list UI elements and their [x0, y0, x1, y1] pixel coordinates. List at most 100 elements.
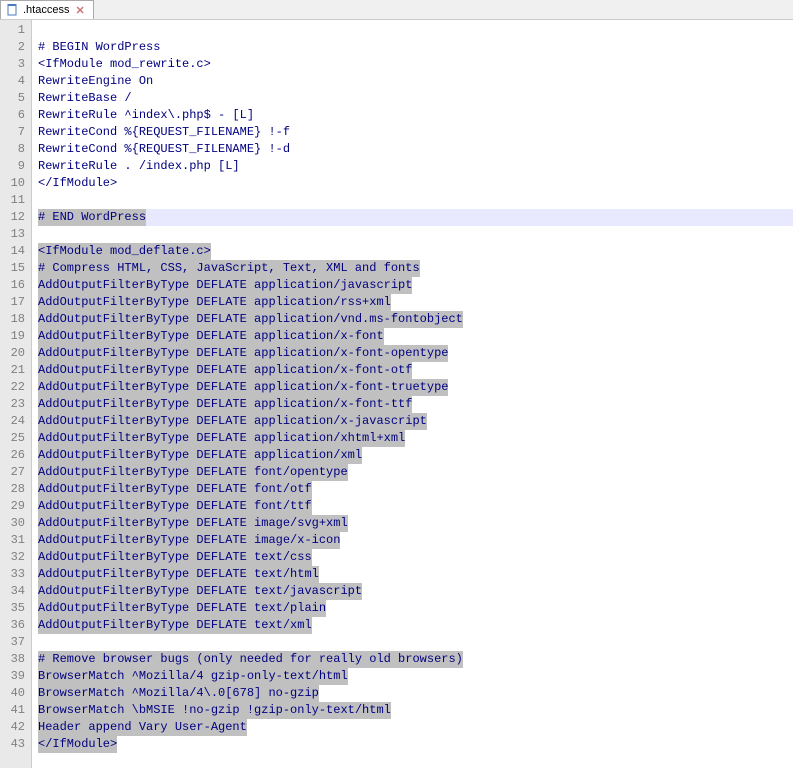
- line-number: 3: [4, 56, 25, 73]
- code-line[interactable]: AddOutputFilterByType DEFLATE text/javas…: [38, 583, 793, 600]
- selected-text: BrowserMatch ^Mozilla/4\.0[678] no-gzip: [38, 685, 319, 702]
- code-line[interactable]: AddOutputFilterByType DEFLATE applicatio…: [38, 430, 793, 447]
- code-line[interactable]: AddOutputFilterByType DEFLATE applicatio…: [38, 362, 793, 379]
- tab-filename: .htaccess: [23, 4, 69, 16]
- line-number: 21: [4, 362, 25, 379]
- code-line[interactable]: AddOutputFilterByType DEFLATE image/x-ic…: [38, 532, 793, 549]
- code-line[interactable]: AddOutputFilterByType DEFLATE applicatio…: [38, 311, 793, 328]
- selected-text: AddOutputFilterByType DEFLATE applicatio…: [38, 328, 384, 345]
- code-line[interactable]: # Remove browser bugs (only needed for r…: [38, 651, 793, 668]
- code-line[interactable]: AddOutputFilterByType DEFLATE font/opent…: [38, 464, 793, 481]
- code-line[interactable]: AddOutputFilterByType DEFLATE applicatio…: [38, 277, 793, 294]
- line-number: 5: [4, 90, 25, 107]
- code-line[interactable]: AddOutputFilterByType DEFLATE applicatio…: [38, 396, 793, 413]
- code-line[interactable]: # END WordPress: [38, 209, 793, 226]
- selected-text: # END WordPress: [38, 209, 146, 226]
- code-line[interactable]: [38, 22, 793, 39]
- code-line[interactable]: AddOutputFilterByType DEFLATE text/xml: [38, 617, 793, 634]
- code-line[interactable]: BrowserMatch ^Mozilla/4\.0[678] no-gzip: [38, 685, 793, 702]
- code-line[interactable]: AddOutputFilterByType DEFLATE text/css: [38, 549, 793, 566]
- code-line[interactable]: BrowserMatch \bMSIE !no-gzip !gzip-only-…: [38, 702, 793, 719]
- selected-text: BrowserMatch ^Mozilla/4 gzip-only-text/h…: [38, 668, 348, 685]
- line-number: 11: [4, 192, 25, 209]
- line-number: 10: [4, 175, 25, 192]
- code-line[interactable]: RewriteBase /: [38, 90, 793, 107]
- code-line[interactable]: AddOutputFilterByType DEFLATE applicatio…: [38, 413, 793, 430]
- code-line[interactable]: <IfModule mod_rewrite.c>: [38, 56, 793, 73]
- line-number: 22: [4, 379, 25, 396]
- code-line[interactable]: AddOutputFilterByType DEFLATE applicatio…: [38, 379, 793, 396]
- tab-bar: .htaccess ✕: [0, 0, 793, 20]
- code-line[interactable]: [38, 634, 793, 651]
- line-number: 34: [4, 583, 25, 600]
- code-line[interactable]: AddOutputFilterByType DEFLATE text/html: [38, 566, 793, 583]
- code-line[interactable]: RewriteEngine On: [38, 73, 793, 90]
- code-line[interactable]: AddOutputFilterByType DEFLATE applicatio…: [38, 294, 793, 311]
- code-line[interactable]: Header append Vary User-Agent: [38, 719, 793, 736]
- code-text: RewriteRule . /index.php [L]: [38, 158, 240, 175]
- line-number: 16: [4, 277, 25, 294]
- file-tab[interactable]: .htaccess ✕: [0, 0, 94, 19]
- code-line[interactable]: [38, 226, 793, 243]
- code-line[interactable]: AddOutputFilterByType DEFLATE text/plain: [38, 600, 793, 617]
- line-number: 9: [4, 158, 25, 175]
- selected-text: AddOutputFilterByType DEFLATE text/xml: [38, 617, 312, 634]
- line-number: 14: [4, 243, 25, 260]
- code-line[interactable]: <IfModule mod_deflate.c>: [38, 243, 793, 260]
- line-number: 32: [4, 549, 25, 566]
- code-line[interactable]: # Compress HTML, CSS, JavaScript, Text, …: [38, 260, 793, 277]
- code-line[interactable]: AddOutputFilterByType DEFLATE image/svg+…: [38, 515, 793, 532]
- line-number: 17: [4, 294, 25, 311]
- line-number: 18: [4, 311, 25, 328]
- code-text: RewriteCond %{REQUEST_FILENAME} !-f: [38, 124, 290, 141]
- tab-close-icon[interactable]: ✕: [73, 4, 86, 17]
- line-number: 7: [4, 124, 25, 141]
- line-number: 42: [4, 719, 25, 736]
- line-number-gutter: 1234567891011121314151617181920212223242…: [0, 20, 32, 768]
- code-line[interactable]: </IfModule>: [38, 175, 793, 192]
- code-text: RewriteEngine On: [38, 73, 153, 90]
- code-line[interactable]: RewriteRule ^index\.php$ - [L]: [38, 107, 793, 124]
- code-line[interactable]: </IfModule>: [38, 736, 793, 753]
- line-number: 12: [4, 209, 25, 226]
- selected-text: AddOutputFilterByType DEFLATE applicatio…: [38, 430, 405, 447]
- code-line[interactable]: AddOutputFilterByType DEFLATE font/ttf: [38, 498, 793, 515]
- code-text: RewriteRule ^index\.php$ - [L]: [38, 107, 254, 124]
- code-line[interactable]: AddOutputFilterByType DEFLATE applicatio…: [38, 447, 793, 464]
- line-number: 2: [4, 39, 25, 56]
- code-line[interactable]: RewriteCond %{REQUEST_FILENAME} !-d: [38, 141, 793, 158]
- line-number: 4: [4, 73, 25, 90]
- line-number: 30: [4, 515, 25, 532]
- line-number: 37: [4, 634, 25, 651]
- line-number: 39: [4, 668, 25, 685]
- selected-text: AddOutputFilterByType DEFLATE image/svg+…: [38, 515, 348, 532]
- line-number: 26: [4, 447, 25, 464]
- code-line[interactable]: RewriteRule . /index.php [L]: [38, 158, 793, 175]
- selected-text: AddOutputFilterByType DEFLATE applicatio…: [38, 311, 463, 328]
- selected-text: AddOutputFilterByType DEFLATE text/javas…: [38, 583, 362, 600]
- line-number: 35: [4, 600, 25, 617]
- line-number: 41: [4, 702, 25, 719]
- line-number: 15: [4, 260, 25, 277]
- code-line[interactable]: AddOutputFilterByType DEFLATE font/otf: [38, 481, 793, 498]
- selected-text: # Remove browser bugs (only needed for r…: [38, 651, 463, 668]
- line-number: 27: [4, 464, 25, 481]
- line-number: 13: [4, 226, 25, 243]
- selected-text: AddOutputFilterByType DEFLATE applicatio…: [38, 362, 412, 379]
- line-number: 25: [4, 430, 25, 447]
- line-number: 19: [4, 328, 25, 345]
- code-line[interactable]: BrowserMatch ^Mozilla/4 gzip-only-text/h…: [38, 668, 793, 685]
- code-line[interactable]: RewriteCond %{REQUEST_FILENAME} !-f: [38, 124, 793, 141]
- line-number: 24: [4, 413, 25, 430]
- code-area[interactable]: # BEGIN WordPress<IfModule mod_rewrite.c…: [32, 20, 793, 768]
- code-line[interactable]: AddOutputFilterByType DEFLATE applicatio…: [38, 328, 793, 345]
- line-number: 33: [4, 566, 25, 583]
- code-line[interactable]: [38, 192, 793, 209]
- code-editor[interactable]: 1234567891011121314151617181920212223242…: [0, 20, 793, 768]
- code-line[interactable]: AddOutputFilterByType DEFLATE applicatio…: [38, 345, 793, 362]
- selected-text: AddOutputFilterByType DEFLATE applicatio…: [38, 396, 412, 413]
- selected-text: AddOutputFilterByType DEFLATE image/x-ic…: [38, 532, 340, 549]
- code-line[interactable]: # BEGIN WordPress: [38, 39, 793, 56]
- code-text: <IfModule mod_rewrite.c>: [38, 56, 211, 73]
- line-number: 23: [4, 396, 25, 413]
